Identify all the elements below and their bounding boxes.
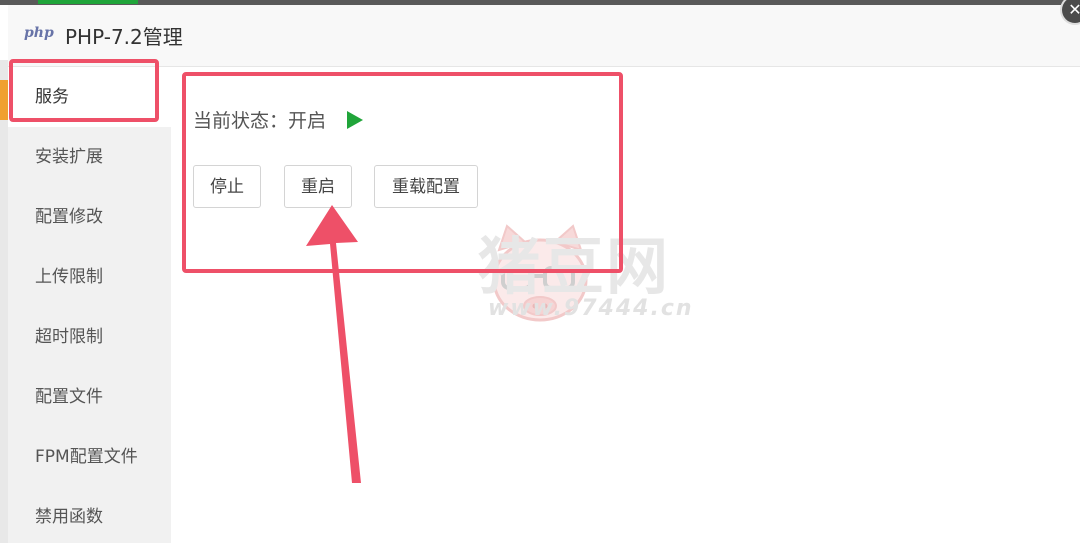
background-page-edge	[0, 60, 8, 543]
annotation-box-service	[9, 59, 159, 122]
sidebar-item-install-extension[interactable]: 安装扩展	[8, 127, 171, 187]
background-orange-badge	[0, 80, 8, 120]
background-green-tab	[38, 0, 138, 4]
dialog-titlebar: php PHP-7.2管理	[8, 5, 1080, 67]
php-logo-icon: php	[24, 25, 54, 41]
sidebar-item-upload-limit[interactable]: 上传限制	[8, 247, 171, 307]
sidebar-item-disabled-functions[interactable]: 禁用函数	[8, 487, 171, 547]
sidebar-item-fpm-config-file[interactable]: FPM配置文件	[8, 427, 171, 487]
sidebar-item-config-edit[interactable]: 配置修改	[8, 187, 171, 247]
sidebar-item-config-file[interactable]: 配置文件	[8, 367, 171, 427]
dialog-title: PHP-7.2管理	[65, 25, 183, 49]
annotation-box-controls	[182, 72, 623, 273]
sidebar-item-timeout-limit[interactable]: 超时限制	[8, 307, 171, 367]
sidebar-menu: 服务 安装扩展 配置修改 上传限制 超时限制 配置文件 FPM配置文件 禁用函数	[8, 67, 171, 543]
watermark-url: www.97444.cn	[488, 296, 694, 321]
